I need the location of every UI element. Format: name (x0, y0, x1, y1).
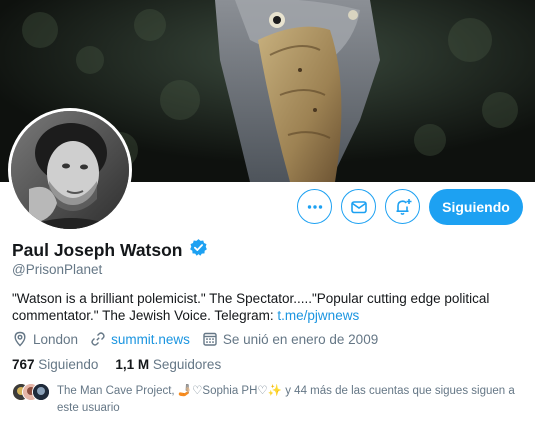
verified-badge-icon (189, 238, 208, 262)
profile-bio: "Watson is a brilliant polemicist." The … (12, 290, 522, 324)
profile-handle: @PrisonPlanet (12, 262, 103, 277)
profile-stats: 767 Siguiendo 1,1 M Seguidores (12, 357, 238, 372)
website-item: summit.news (90, 331, 190, 347)
followers-you-know-names: The Man Cave Project, 🤳🏼♡Sophia PH♡✨ (57, 385, 283, 397)
profile-name: Paul Joseph Watson (12, 239, 183, 260)
notifications-button[interactable] (385, 189, 420, 224)
followers-you-know-text: The Man Cave Project, 🤳🏼♡Sophia PH♡✨ y 4… (57, 383, 527, 417)
link-icon (90, 331, 106, 347)
bio-telegram-link[interactable]: t.me/pjwnews (277, 308, 359, 323)
more-dots-icon (306, 198, 324, 216)
location-item: London (12, 331, 78, 347)
more-options-button[interactable] (297, 189, 332, 224)
following-count: 767 (12, 357, 35, 372)
followers-stat-link[interactable]: 1,1 M Seguidores (115, 357, 221, 372)
bio-text: "Watson is a brilliant polemicist." The … (12, 291, 490, 323)
following-label: Siguiendo (38, 357, 99, 372)
followers-label: Seguidores (152, 357, 222, 372)
following-stat-link[interactable]: 767 Siguiendo (12, 357, 98, 372)
bell-plus-icon (393, 197, 413, 217)
profile-meta: London summit.news Se unió en enero de 2… (12, 331, 390, 347)
following-button[interactable]: Siguiendo (429, 189, 523, 225)
location-text: London (33, 331, 79, 347)
followers-you-know[interactable]: The Man Cave Project, 🤳🏼♡Sophia PH♡✨ y 4… (12, 383, 527, 417)
website-link[interactable]: summit.news (111, 332, 190, 347)
profile-name-row: Paul Joseph Watson (12, 238, 208, 262)
message-button[interactable] (341, 189, 376, 224)
envelope-icon (350, 198, 368, 216)
joined-text: Se unió en enero de 2009 (222, 331, 379, 347)
profile-page: Siguiendo Paul Joseph Watson @PrisonPlan… (0, 0, 535, 424)
location-pin-icon (12, 331, 28, 347)
followers-you-know-avatars (12, 383, 52, 401)
joined-item: Se unió en enero de 2009 (202, 331, 378, 347)
follower-avatar (32, 383, 50, 401)
profile-avatar[interactable] (8, 108, 132, 232)
calendar-icon (202, 331, 218, 347)
followers-count: 1,1 M (115, 357, 150, 372)
